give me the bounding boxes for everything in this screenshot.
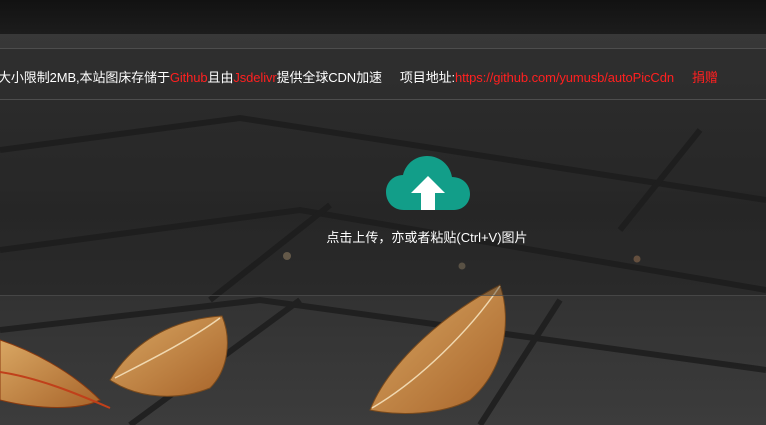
cloud-upload-icon[interactable]: [384, 154, 472, 214]
size-limit-text: 大小限制2MB,本站图床存储于: [0, 70, 170, 85]
top-band: [0, 0, 766, 34]
notice-bar: 大小限制2MB,本站图床存储于Github且由Jsdelivr提供全球CDN加速…: [0, 48, 766, 100]
project-url-link[interactable]: https://github.com/yumusb/autoPicCdn: [455, 70, 674, 85]
jsdelivr-link[interactable]: Jsdelivr: [233, 70, 276, 85]
notice-text: 大小限制2MB,本站图床存储于Github且由Jsdelivr提供全球CDN加速…: [0, 67, 718, 86]
upload-zone[interactable]: 点击上传，亦或者粘贴(Ctrl+V)图片: [0, 100, 766, 296]
project-label: 项目地址:: [399, 70, 456, 85]
upload-hint[interactable]: 点击上传，亦或者粘贴(Ctrl+V)图片: [0, 227, 766, 246]
cdn-text: 提供全球CDN加速: [276, 70, 382, 85]
donate-link[interactable]: 捐赠: [692, 70, 718, 85]
github-link[interactable]: Github: [170, 70, 208, 85]
and-by-text: 且由: [207, 70, 234, 85]
